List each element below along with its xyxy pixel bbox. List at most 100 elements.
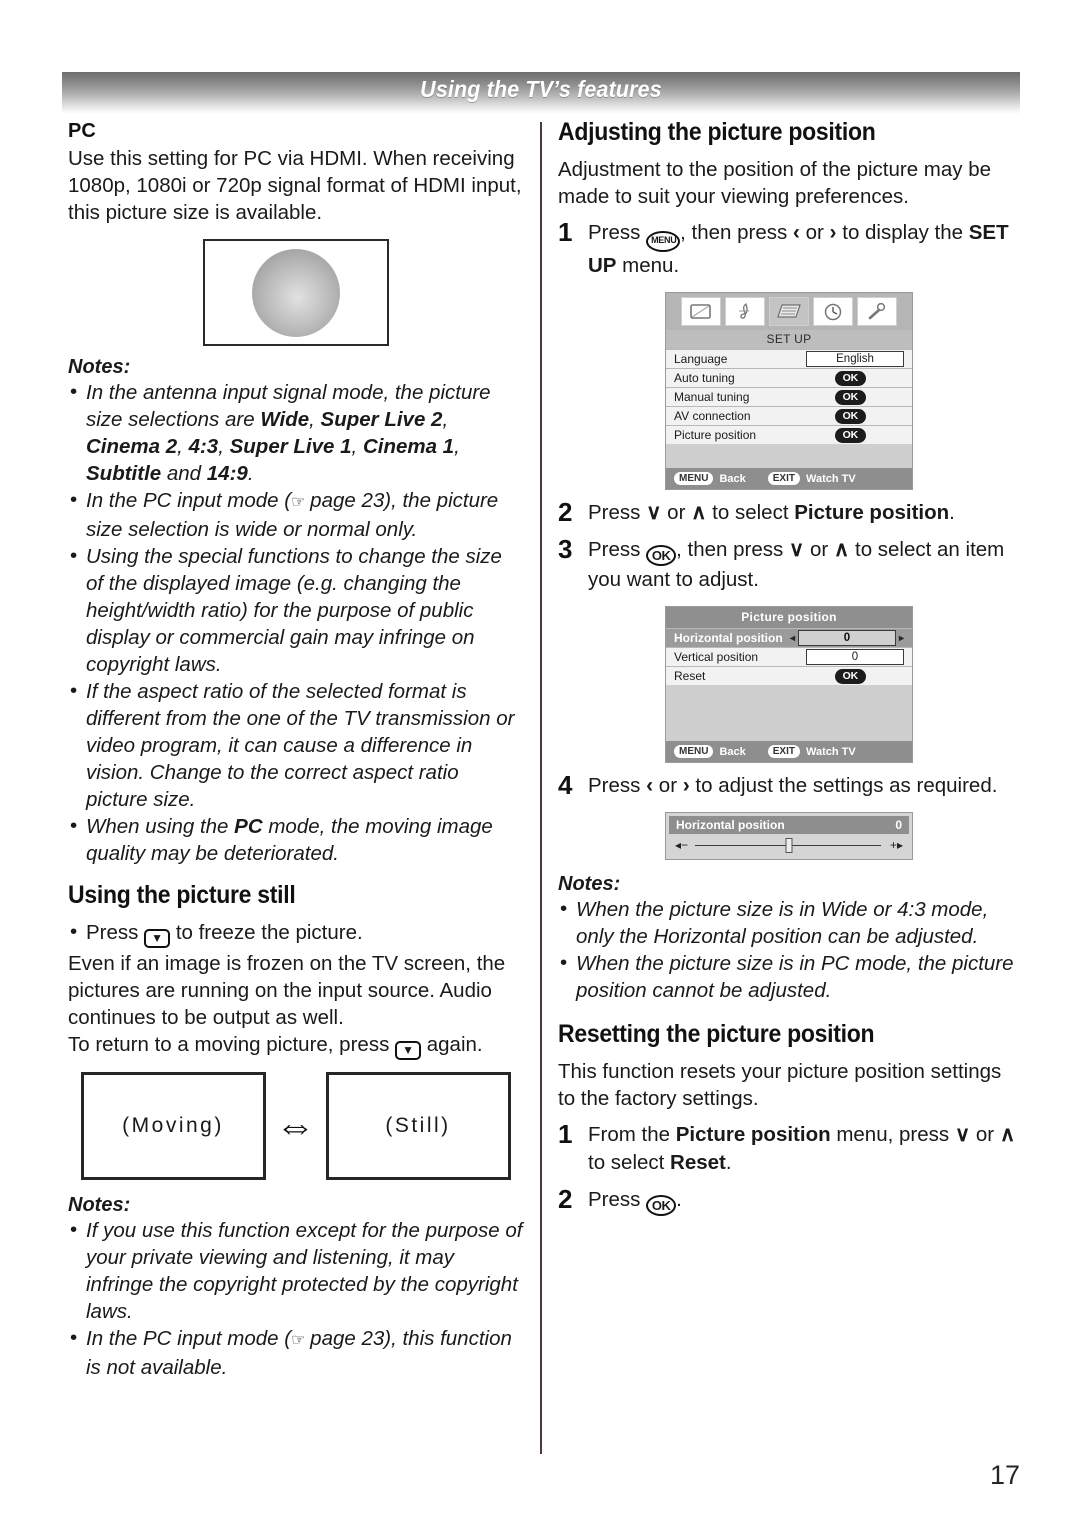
step-number: 4: [558, 770, 573, 800]
manual-page: Using the TV’s features PC Use this sett…: [0, 0, 1080, 1527]
slider-increase-icon: +▸: [889, 838, 903, 852]
osd-row-label: Manual tuning: [674, 390, 750, 404]
picture-still-bullet-list: Press ▼ to freeze the picture.: [68, 918, 523, 948]
left-arrow-icon[interactable]: ◂: [790, 633, 795, 644]
audio-note-icon: [725, 297, 765, 326]
step-number: 1: [558, 217, 573, 247]
freeze-button-icon: ▼: [144, 929, 171, 948]
note-item: When the picture size is in PC mode, the…: [558, 949, 1020, 1004]
adjusting-step-2: 2 Press ∨ or ∧ to select Picture position…: [558, 499, 1020, 527]
sphere-graphic: [251, 248, 340, 337]
moving-still-figure: (Moving) ⇔ (Still): [68, 1072, 523, 1180]
menu-key-pill: MENU: [674, 472, 714, 485]
slider-decrease-icon: ◂−: [675, 838, 689, 852]
osd-ok-badge[interactable]: OK: [834, 370, 866, 386]
double-arrow-icon: ⇔: [275, 1104, 316, 1148]
osd-row[interactable]: AV connection OK: [666, 406, 912, 425]
step-text: Press MENU, then press ‹ or › to display…: [588, 221, 1009, 277]
osd-row-label: AV connection: [674, 409, 751, 423]
step-number: 2: [558, 497, 573, 527]
step-text: Press OK, then press ∨ or ∧ to select an…: [588, 538, 1005, 591]
picture-position-menu-footer: MENU Back EXIT Watch TV: [666, 741, 912, 762]
osd-ok-badge[interactable]: OK: [834, 389, 866, 405]
osd-row-label: Picture position: [674, 428, 757, 442]
osd-row[interactable]: Vertical position 0: [666, 647, 912, 666]
freeze-button-icon-2: ▼: [395, 1041, 422, 1060]
slider-track: ◂− +▸: [669, 834, 909, 856]
osd-row[interactable]: Language English: [666, 349, 912, 368]
step-number: 1: [558, 1119, 573, 1149]
osd-slider-control[interactable]: ◂ 0 ▸: [790, 630, 904, 646]
resetting-step-2: 2 Press OK.: [558, 1186, 1020, 1216]
osd-row[interactable]: Picture position OK: [666, 425, 912, 444]
osd-ok-badge[interactable]: OK: [834, 408, 866, 424]
setup-menu-mockup: SET UP Language English Auto tuning OK Manua…: [665, 292, 913, 490]
setup-menu-title: SET UP: [666, 330, 912, 349]
picture-position-menu-title: Picture position: [666, 607, 912, 628]
wrench-icon: [857, 297, 897, 326]
note-item: In the PC input mode (☞ page 23), the pi…: [68, 486, 523, 543]
osd-row-label: Horizontal position: [674, 631, 783, 645]
picture-still-para1: Even if an image is frozen on the TV scr…: [68, 952, 506, 1029]
osd-value-box[interactable]: English: [806, 351, 904, 367]
left-column: PC Use this setting for PC via HDMI. Whe…: [68, 120, 523, 1381]
notes-label-2: Notes:: [68, 1194, 131, 1216]
note-item: If the aspect ratio of the selected form…: [68, 677, 523, 813]
slider-value: 0: [895, 818, 902, 832]
pc-heading: PC: [68, 120, 96, 142]
setup-menu-spacer: [666, 444, 912, 468]
adjusting-heading: Adjusting the picture position: [558, 118, 876, 146]
osd-row[interactable]: Auto tuning OK: [666, 368, 912, 387]
picture-icon: [681, 297, 721, 326]
pc-body: Use this setting for PC via HDMI. When r…: [68, 147, 522, 224]
setup-menu-rows: Language English Auto tuning OK Manual tunin…: [666, 349, 912, 444]
para2-prefix: To return to a moving picture, press: [68, 1033, 390, 1056]
osd-value-box[interactable]: 0: [806, 649, 904, 665]
osd-value-box[interactable]: 0: [797, 630, 896, 646]
picture-still-bullet: Press ▼ to freeze the picture.: [68, 918, 523, 948]
osd-row-label: Vertical position: [674, 650, 759, 664]
clock-icon: [813, 297, 853, 326]
step-text: From the Picture position menu, press ∨ …: [588, 1123, 1016, 1174]
menu-key-action: Back: [719, 472, 746, 485]
exit-key-pill-2: EXIT: [767, 745, 800, 758]
right-arrow-icon[interactable]: ▸: [899, 633, 904, 644]
osd-ok-badge[interactable]: OK: [834, 427, 866, 443]
osd-row[interactable]: Manual tuning OK: [666, 387, 912, 406]
exit-key-pill: EXIT: [767, 472, 800, 485]
osd-row[interactable]: Horizontal position ◂ 0 ▸: [666, 628, 912, 647]
step-number: 3: [558, 534, 573, 564]
step-number: 2: [558, 1184, 573, 1214]
osd-row[interactable]: Reset OK: [666, 666, 912, 685]
adjusting-intro: Adjustment to the position of the pictur…: [558, 158, 992, 208]
pc-tv-screen-figure: [202, 239, 389, 346]
notes-list-1: In the antenna input signal mode, the pi…: [68, 378, 523, 867]
menu-key-action-2: Back: [719, 745, 746, 758]
right-column: Adjusting the picture position Adjustmen…: [558, 118, 1020, 1216]
note-item: In the antenna input signal mode, the pi…: [68, 378, 523, 487]
osd-ok-badge[interactable]: OK: [834, 668, 866, 684]
step-text: Press ‹ or › to adjust the settings as r…: [588, 774, 998, 797]
para2-suffix: again.: [426, 1033, 483, 1056]
menu-key-pill-2: MENU: [674, 745, 714, 758]
picture-position-menu-mockup: Picture position Horizontal position ◂ 0 ▸ V…: [665, 606, 913, 763]
slider-label: Horizontal position: [676, 818, 785, 832]
notes-list-2: If you use this function except for the …: [68, 1216, 523, 1381]
resetting-step-1: 1 From the Picture position menu, press ∨…: [558, 1121, 1020, 1177]
picture-position-menu-rows: Horizontal position ◂ 0 ▸ Vertical position 0…: [666, 628, 912, 685]
setup-menu-icon-bar: [666, 293, 912, 330]
notes-label-1: Notes:: [68, 356, 131, 378]
note-item: If you use this function except for the …: [68, 1216, 523, 1325]
resetting-heading: Resetting the picture position: [558, 1020, 875, 1048]
resetting-intro: This function resets your picture positi…: [558, 1060, 1002, 1110]
osd-row-label: Language: [674, 352, 728, 366]
adjusting-step-1: 1 Press MENU, then press ‹ or › to displa…: [558, 219, 1020, 280]
step-text: Press ∨ or ∧ to select Picture position.: [588, 501, 955, 524]
adjusting-step-3: 3 Press OK, then press ∨ or ∧ to select a…: [558, 536, 1020, 594]
note-item: When using the PC mode, the moving image…: [68, 812, 523, 867]
adjusting-step-4: 4 Press ‹ or › to adjust the settings as …: [558, 772, 1020, 800]
horizontal-position-slider-mockup: Horizontal position 0 ◂− +▸: [665, 812, 913, 860]
exit-key-action-2: Watch TV: [805, 745, 856, 758]
osd-row-label: Reset: [674, 669, 706, 683]
step-text: Press OK.: [588, 1186, 1020, 1216]
